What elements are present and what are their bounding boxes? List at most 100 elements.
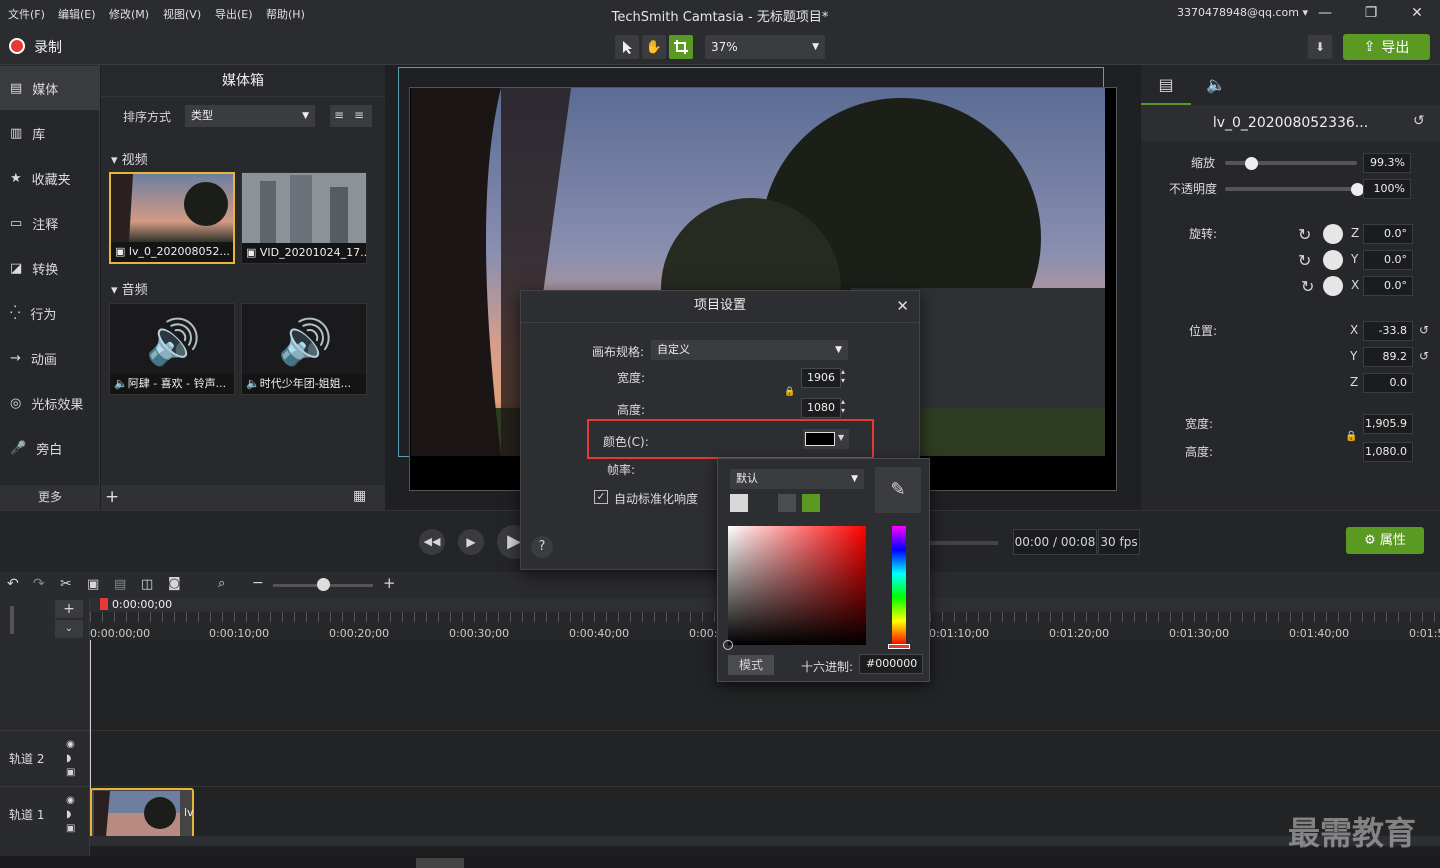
menu-view[interactable]: 视图(V) [163, 6, 201, 22]
close-button[interactable]: ✕ [1404, 3, 1430, 23]
track-options-button[interactable]: ⌄ [55, 620, 83, 638]
dimension-lock-icon[interactable]: 🔒 [784, 387, 795, 397]
position-z-field[interactable]: 0.0 [1363, 373, 1413, 393]
scale-field[interactable]: 99.3% [1363, 153, 1411, 173]
mode-button[interactable]: 模式 [728, 655, 774, 675]
menu-help[interactable]: 帮助(H) [266, 6, 305, 22]
account-menu[interactable]: 3370478948@qq.com ▾ [1177, 6, 1308, 19]
timeline-zoom-knob[interactable] [317, 578, 330, 591]
height-stepper[interactable]: ▴ ▾ [841, 397, 845, 415]
audio-section-toggle[interactable]: ▾ 音频 [111, 279, 148, 298]
record-button[interactable]: 录制 [34, 37, 62, 57]
zoom-out-button[interactable]: − [252, 575, 264, 591]
zoom-icon[interactable]: ⌕ [218, 576, 225, 591]
help-button[interactable]: ? [531, 536, 553, 558]
copy-icon[interactable]: ▣ [87, 577, 99, 592]
video-section-toggle[interactable]: ▾ 视频 [111, 149, 148, 168]
visual-props-tab[interactable]: ▤ [1141, 65, 1191, 105]
sort-select[interactable]: 类型 ▼ [185, 105, 315, 127]
camera-icon[interactable]: ◙ [168, 576, 181, 591]
properties-button[interactable]: ⚙ 属性 [1346, 527, 1424, 554]
redo-icon[interactable]: ↷ [33, 576, 45, 592]
pan-tool-button[interactable]: ✋ [642, 35, 666, 59]
reset-icon[interactable]: ↺ [1413, 113, 1425, 129]
audio-icon[interactable]: ◗ [66, 753, 71, 764]
dialog-width-field[interactable]: 1906 [801, 368, 841, 388]
previous-button[interactable]: ◀◀ [419, 529, 445, 555]
zoom-select[interactable]: 37% ▼ [705, 35, 825, 59]
menu-file[interactable]: 文件(F) [8, 6, 45, 22]
position-x-field[interactable]: -33.8 [1363, 321, 1413, 341]
horizontal-scroll-thumb[interactable] [416, 858, 464, 868]
step-forward-button[interactable]: ▶ [458, 529, 484, 555]
height-field[interactable]: 1,080.0 [1363, 442, 1413, 462]
menu-edit[interactable]: 编辑(E) [58, 6, 96, 22]
export-button[interactable]: ⇪ 导出 [1343, 34, 1430, 60]
saturation-field[interactable] [723, 526, 866, 650]
aspect-lock-icon[interactable]: 🔒 [1345, 431, 1357, 442]
canvas-size-select[interactable]: 自定义 ▼ [651, 340, 848, 360]
media-item-audio-1[interactable]: 🔊 🔈阿肆 - 喜欢 - 铃声... [109, 303, 235, 395]
auto-normalize-checkbox[interactable]: ✓ [594, 490, 608, 504]
select-tool-button[interactable] [615, 35, 639, 59]
dialog-close-button[interactable]: ✕ [896, 297, 909, 315]
rotate-x-dial[interactable] [1323, 276, 1343, 296]
audio-props-tab[interactable]: 🔈 [1191, 65, 1241, 105]
scale-slider-knob[interactable] [1245, 157, 1259, 170]
playhead-marker[interactable] [100, 598, 108, 610]
lock-icon[interactable]: ▣ [66, 767, 75, 778]
rotation-x-field[interactable]: 0.0° [1363, 276, 1413, 296]
cut-icon[interactable]: ✂ [60, 576, 72, 592]
reset-icon[interactable]: ↺ [1419, 349, 1429, 363]
opacity-slider[interactable] [1225, 187, 1357, 191]
sidebar-item-cursor-effects[interactable]: ◎ 光标效果 [0, 381, 100, 425]
more-button[interactable]: 更多 [0, 485, 100, 510]
media-item-video-2[interactable]: ▣ VID_20201024_17... [241, 172, 367, 264]
add-track-button[interactable]: + [55, 600, 83, 618]
download-button[interactable]: ⬇ [1308, 35, 1332, 59]
eye-icon[interactable]: ◉ [66, 739, 75, 750]
grid-view-icon[interactable]: ▦ [353, 488, 366, 504]
zoom-in-button[interactable]: + [383, 574, 396, 592]
audio-icon[interactable]: ◗ [66, 809, 71, 820]
color-cursor[interactable] [723, 640, 733, 650]
preset-swatch-dark[interactable] [778, 494, 796, 512]
hue-slider[interactable] [888, 526, 910, 649]
width-field[interactable]: 1,905.9 [1363, 414, 1413, 434]
sidebar-item-behaviors[interactable]: ⁛ 行为 [0, 291, 100, 335]
dialog-height-field[interactable]: 1080 [801, 398, 841, 418]
hue-handle[interactable] [888, 644, 910, 649]
sidebar-item-favorites[interactable]: ★ 收藏夹 [0, 156, 100, 200]
lock-icon[interactable]: ▣ [66, 823, 75, 834]
media-item-video-1[interactable]: ▣ lv_0_202008052... [109, 172, 235, 264]
video-clip[interactable]: lv [90, 788, 194, 840]
preset-swatch-light[interactable] [730, 494, 748, 512]
opacity-field[interactable]: 100% [1363, 179, 1411, 199]
sidebar-item-media[interactable]: ▤ 媒体 [0, 66, 100, 110]
reset-icon[interactable]: ↺ [1419, 323, 1429, 337]
scrub-bar[interactable] [930, 541, 998, 545]
width-stepper[interactable]: ▴ ▾ [841, 367, 845, 385]
rotation-z-field[interactable]: 0.0° [1363, 224, 1413, 244]
sidebar-item-animations[interactable]: → 动画 [0, 336, 100, 380]
menu-export[interactable]: 导出(E) [215, 6, 253, 22]
rotate-z-dial[interactable] [1323, 224, 1343, 244]
color-swatch-button[interactable]: ▼ [803, 429, 849, 449]
rotation-y-field[interactable]: 0.0° [1363, 250, 1413, 270]
track-height-slider[interactable] [10, 606, 14, 634]
add-media-button[interactable]: + [105, 487, 119, 507]
eyedropper-button[interactable]: ✎ [875, 467, 921, 513]
rotate-y-dial[interactable] [1323, 250, 1343, 270]
paste-icon[interactable]: ▤ [114, 577, 126, 592]
timeline-scrollbar[interactable] [90, 836, 1440, 846]
media-item-audio-2[interactable]: 🔊 🔈时代少年团-姐姐... [241, 303, 367, 395]
sidebar-item-library[interactable]: ▥ 库 [0, 111, 100, 155]
minimize-button[interactable]: — [1312, 3, 1338, 23]
view-toggle[interactable]: ≡ ≡ [330, 105, 372, 127]
maximize-button[interactable]: ❐ [1358, 3, 1384, 23]
eye-icon[interactable]: ◉ [66, 795, 75, 806]
menu-modify[interactable]: 修改(M) [109, 6, 149, 22]
preset-swatch-green[interactable] [802, 494, 820, 512]
color-preset-select[interactable]: 默认 ▼ [730, 469, 864, 489]
sidebar-item-transitions[interactable]: ◪ 转换 [0, 246, 100, 290]
